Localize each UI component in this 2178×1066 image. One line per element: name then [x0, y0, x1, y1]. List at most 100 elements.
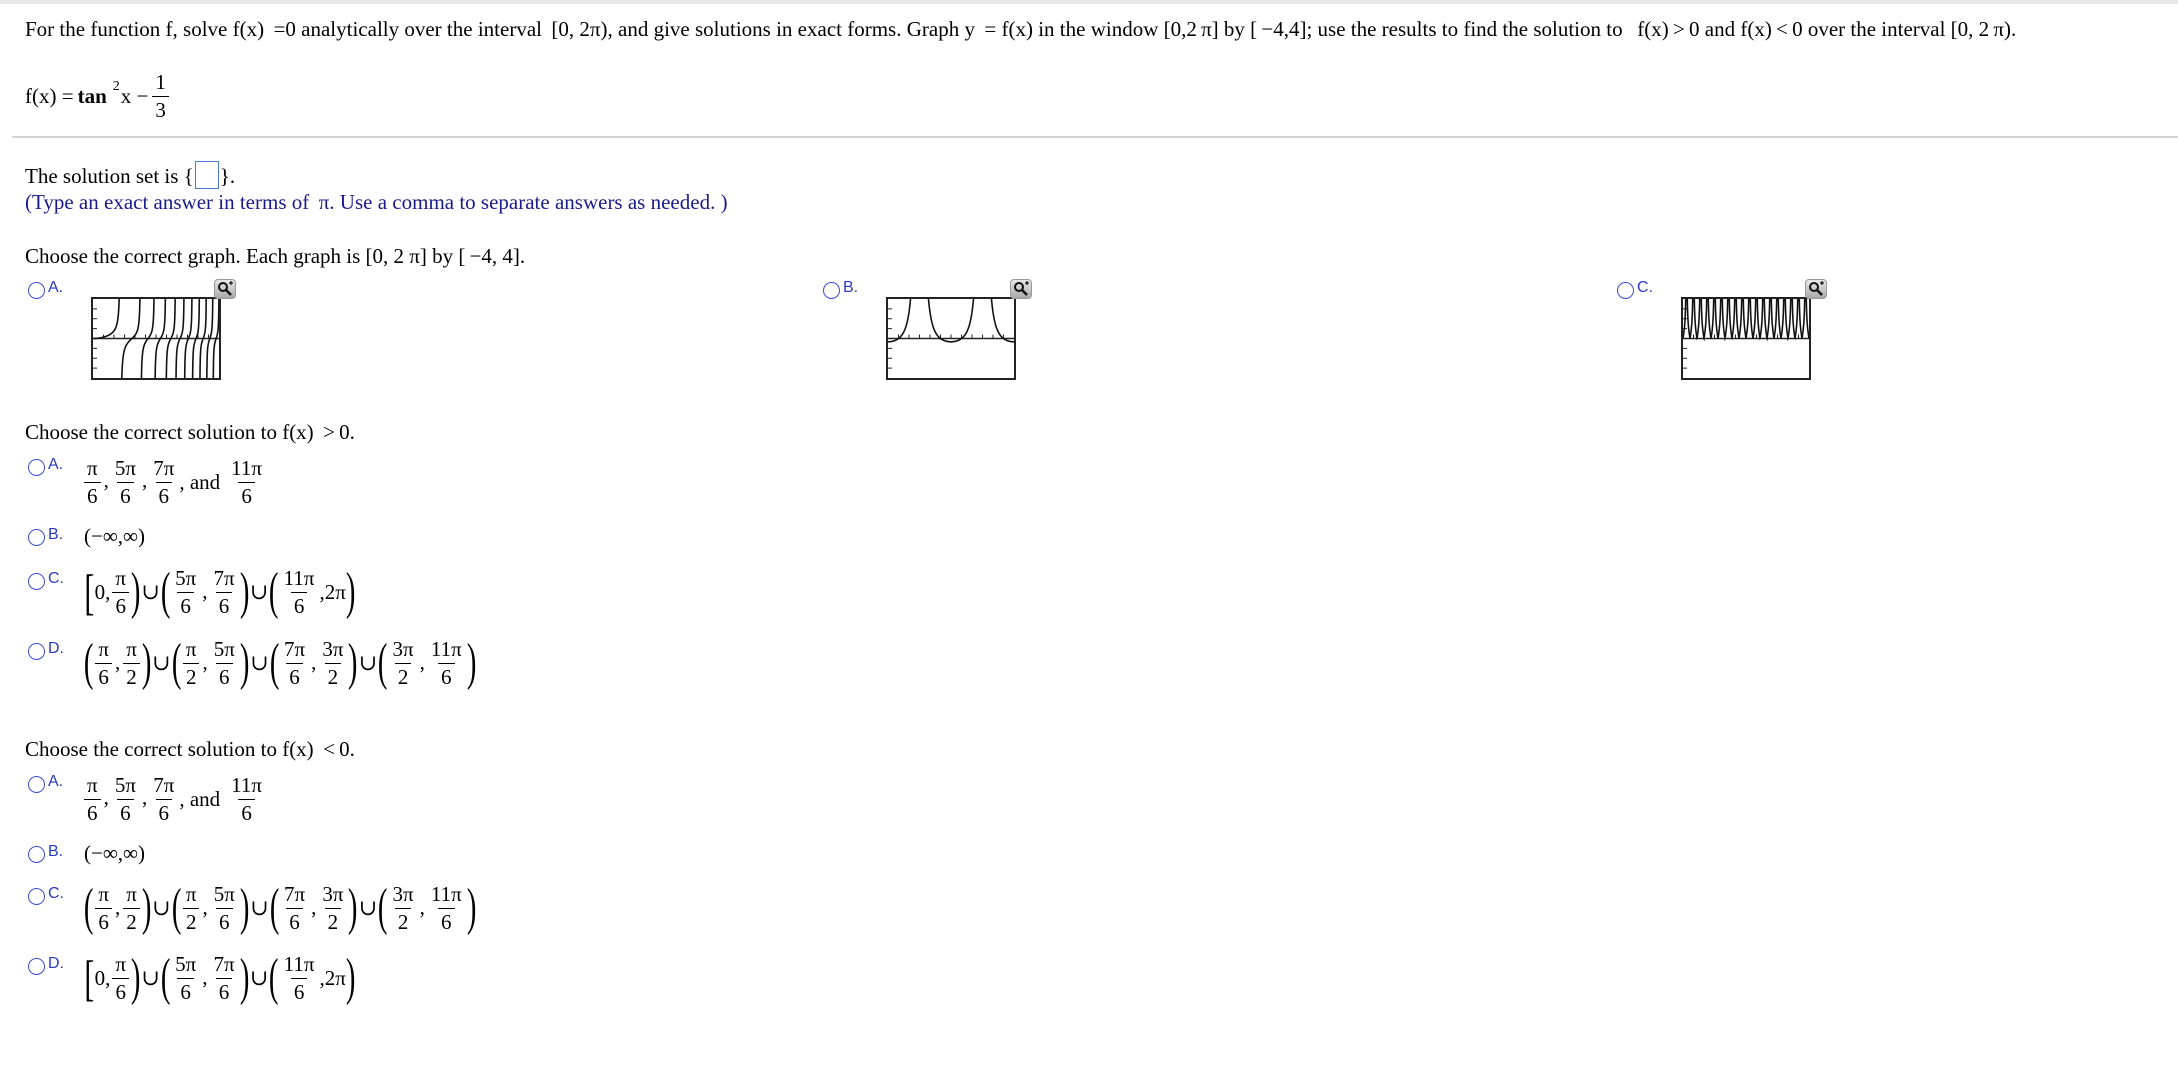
right-paren: ): [466, 634, 477, 691]
negative-option-b-letter: B.: [48, 843, 64, 860]
graph-option-a-radio[interactable]: [28, 282, 45, 299]
comma: ,: [311, 895, 317, 919]
frac-num: 11π: [231, 456, 262, 480]
frac-num: 7π: [213, 565, 235, 590]
graph-c-plot: [1683, 299, 1809, 369]
right-paren: ): [130, 949, 141, 1006]
positive-option-d-radio[interactable]: [28, 643, 45, 660]
union-symbol: ∪: [249, 579, 269, 604]
magnifier-plus-icon: [1809, 281, 1824, 296]
function-lhs: f(x) =: [25, 84, 74, 108]
left-paren: (: [83, 634, 94, 691]
comma: ,: [202, 895, 208, 919]
and-word: , and: [179, 470, 221, 494]
frac-den: 2: [394, 662, 412, 688]
graph-option-b-letter: B.: [843, 279, 859, 296]
right-paren: ): [348, 634, 358, 691]
two-pi: ,2π: [319, 579, 346, 604]
frac-num: π: [115, 565, 127, 590]
frac-den: 6: [177, 977, 194, 1003]
and-word: , and: [179, 787, 221, 811]
graph-option-c-radio[interactable]: [1617, 282, 1634, 299]
frac-num: 7π: [283, 636, 306, 661]
left-paren: (: [171, 879, 181, 936]
frac-den: 6: [112, 977, 129, 1003]
left-paren: (: [378, 634, 388, 691]
frac-den: 2: [324, 907, 342, 933]
union-symbol: ∪: [152, 650, 171, 675]
frac-den: 6: [290, 591, 308, 617]
positive-option-c-expression: [0, π 6) ∪ (5π 6, 7π 6) ∪ (11π 6,2π): [84, 566, 355, 618]
left-paren: (: [160, 563, 171, 620]
right-paren: ): [348, 879, 358, 936]
comma: ,: [141, 785, 148, 809]
two-pi: ,2π: [319, 965, 346, 990]
frac-num: 3π: [322, 881, 344, 906]
negative-option-d-letter: D.: [48, 955, 64, 972]
union-symbol: ∪: [152, 895, 171, 920]
graph-option-a-zoom-button[interactable]: [214, 279, 236, 299]
frac-den: 6: [438, 662, 455, 688]
left-bracket: [: [84, 950, 95, 1006]
frac-den: 6: [117, 482, 134, 507]
solution-set-label: The solution set is {: [25, 164, 194, 188]
function-definition: f(x) = tan 2 x − 1 3: [25, 72, 171, 121]
comma: ,: [202, 650, 208, 674]
positive-option-b-expression: (−∞,∞): [84, 524, 146, 548]
negative-option-c-radio[interactable]: [28, 888, 45, 905]
negative-option-d-expression: [0, π 6) ∪ (5π 6, 7π 6) ∪ (11π 6,2π): [84, 952, 355, 1004]
left-paren: (: [269, 949, 279, 1006]
frac-den: 6: [155, 799, 173, 824]
graph-option-b[interactable]: [886, 297, 1016, 380]
frac-den: 6: [216, 662, 233, 688]
right-paren: ): [239, 563, 250, 620]
negative-option-a-letter: A.: [48, 773, 64, 790]
solution-set-closing: }.: [219, 164, 236, 188]
frac-den: 2: [182, 907, 200, 933]
positive-option-b-radio[interactable]: [28, 529, 45, 546]
zero: 0,: [94, 579, 111, 604]
section-divider: [12, 136, 2178, 138]
comma: ,: [419, 650, 425, 674]
frac-num: 7π: [213, 951, 235, 976]
frac-num: 11π: [283, 565, 315, 590]
comma: ,: [114, 895, 121, 919]
graph-question-prompt: Choose the correct graph. Each graph is …: [25, 244, 526, 268]
graph-option-b-zoom-button[interactable]: [1010, 279, 1032, 299]
right-paren: ): [141, 879, 152, 936]
negative-option-a-radio[interactable]: [28, 776, 45, 793]
graph-option-c[interactable]: [1681, 297, 1811, 380]
right-paren: ): [141, 634, 152, 691]
frac-num: π: [87, 456, 98, 480]
left-bracket: [: [84, 564, 95, 620]
positive-option-c-radio[interactable]: [28, 573, 45, 590]
frac-den: 6: [286, 662, 303, 688]
frac-den: 6: [112, 591, 129, 617]
positive-option-c-letter: C.: [48, 570, 64, 587]
solution-set-input[interactable]: [194, 161, 219, 189]
function-exponent: 2: [112, 78, 120, 94]
frac-num: 7π: [153, 456, 175, 480]
graph-option-c-zoom-button[interactable]: [1805, 279, 1827, 299]
graph-option-a[interactable]: [91, 297, 221, 380]
negative-option-d-radio[interactable]: [28, 958, 45, 975]
comma: ,: [103, 468, 109, 492]
frac-den: 6: [95, 907, 112, 933]
frac-num: π: [115, 951, 127, 976]
positive-option-d-letter: D.: [48, 640, 64, 657]
frac-num: π: [98, 636, 109, 661]
graph-option-b-radio[interactable]: [823, 282, 840, 299]
frac-den: 6: [117, 799, 134, 824]
frac-den: 6: [238, 799, 255, 824]
frac-num: π: [126, 881, 137, 906]
comma: ,: [419, 895, 425, 919]
left-paren: (: [269, 634, 280, 691]
frac-num: 3π: [392, 636, 414, 661]
frac-num: 7π: [283, 881, 306, 906]
comma: ,: [202, 965, 208, 989]
negative-option-b-radio[interactable]: [28, 846, 45, 863]
left-paren: (: [171, 634, 181, 691]
frac-num: π: [126, 636, 137, 661]
right-paren: ): [345, 949, 356, 1006]
positive-option-a-radio[interactable]: [28, 459, 45, 476]
